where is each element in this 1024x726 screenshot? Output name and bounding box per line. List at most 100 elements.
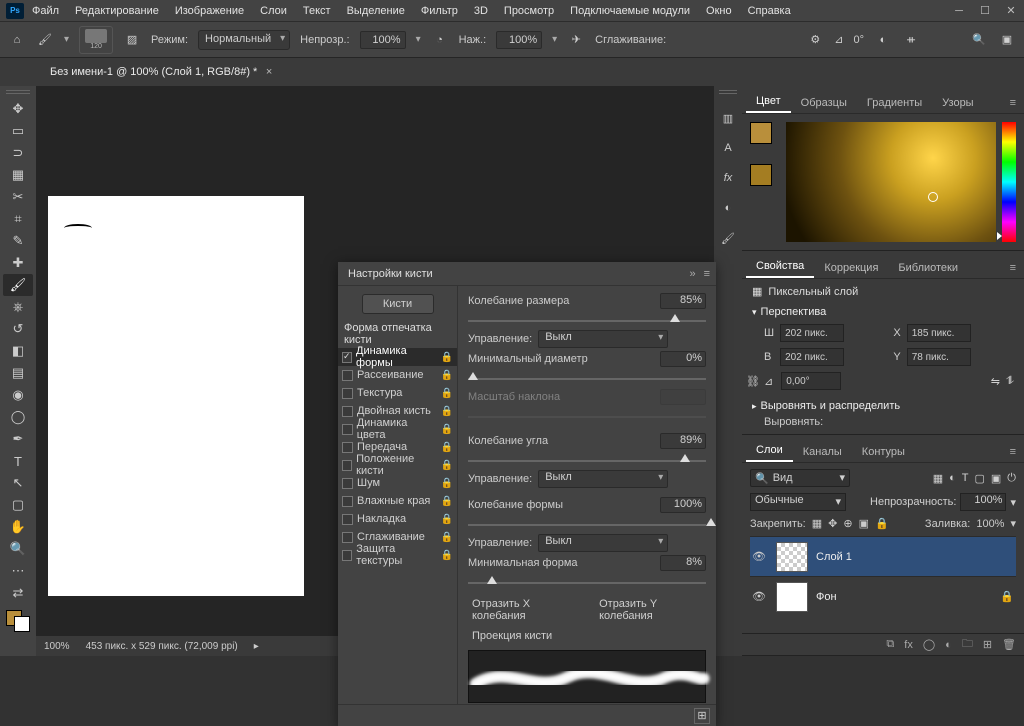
adjustments-panel-icon[interactable]: ◐: [718, 198, 738, 218]
tab-patterns[interactable]: Узоры: [932, 92, 983, 113]
document-tab[interactable]: Без имени-1 @ 100% (Слой 1, RGB/8#) * ×: [40, 62, 277, 86]
x-input[interactable]: [907, 324, 971, 342]
opacity-input[interactable]: 100%: [360, 31, 406, 49]
brushes-panel-icon[interactable]: 🖌: [718, 228, 738, 248]
color-swatches[interactable]: [4, 608, 32, 634]
min-diameter-value[interactable]: 0%: [660, 351, 706, 367]
panel-menu-icon[interactable]: ≡: [704, 268, 710, 280]
layer-name[interactable]: Слой 1: [816, 551, 852, 563]
move-tool[interactable]: ✥: [3, 98, 33, 120]
new-layer-icon[interactable]: ⊞: [983, 638, 992, 651]
tab-libraries[interactable]: Библиотеки: [888, 257, 968, 278]
eraser-tool[interactable]: ◧: [3, 340, 33, 362]
filter-smart-icon[interactable]: ▣: [991, 472, 1001, 485]
lasso-tool[interactable]: ⊃: [3, 142, 33, 164]
zoom-tool[interactable]: 🔍: [3, 538, 33, 560]
lock-image-icon[interactable]: ⊕: [843, 517, 852, 530]
history-brush-tool[interactable]: ↺: [3, 318, 33, 340]
checkbox[interactable]: [342, 478, 353, 489]
status-zoom[interactable]: 100%: [44, 641, 70, 652]
fill-input[interactable]: 100%: [976, 518, 1004, 530]
fill-adjust-icon[interactable]: ◐: [945, 639, 952, 651]
shape-tool[interactable]: ▢: [3, 494, 33, 516]
size-jitter-slider[interactable]: [468, 314, 706, 328]
dock-gripper[interactable]: [719, 90, 737, 98]
pressure-opacity-icon[interactable]: ◔: [431, 31, 449, 49]
menu-3d[interactable]: 3D: [466, 2, 496, 20]
link-wh-icon[interactable]: ⛓: [746, 375, 760, 388]
layer-row[interactable]: 👁 Слой 1: [750, 536, 1016, 576]
checkbox[interactable]: [342, 532, 353, 543]
checkbox[interactable]: [342, 352, 352, 363]
window-close-icon[interactable]: ✕: [1004, 4, 1018, 18]
filter-adjust-icon[interactable]: ◐: [949, 472, 956, 485]
heal-tool[interactable]: ✚: [3, 252, 33, 274]
checkbox[interactable]: [342, 496, 353, 507]
y-input[interactable]: [907, 348, 971, 366]
lock-icon[interactable]: 🔒: [441, 514, 453, 525]
tab-paths[interactable]: Контуры: [852, 441, 915, 462]
angle-value[interactable]: 0°: [853, 34, 864, 46]
transform-section[interactable]: Перспектива: [752, 306, 1014, 318]
brush-option-8[interactable]: Влажные края🔒: [338, 492, 457, 510]
flip-x-checkbox[interactable]: Отразить X колебания: [468, 598, 579, 622]
control-select-3[interactable]: Выкл: [538, 534, 668, 552]
brush-tool-dropdown[interactable]: ▾: [64, 34, 69, 45]
airbrush-icon[interactable]: ✈: [567, 31, 585, 49]
lock-icon[interactable]: 🔒: [441, 496, 453, 507]
angle-jitter-value[interactable]: 89%: [660, 433, 706, 449]
flip-y-checkbox[interactable]: Отразить Y колебания: [595, 598, 706, 622]
edit-toolbar[interactable]: ⇄: [3, 582, 33, 604]
layers-panel-menu-icon[interactable]: ≡: [1006, 442, 1020, 462]
color-cursor[interactable]: [928, 192, 938, 202]
menu-file[interactable]: Файл: [24, 2, 67, 20]
color-panel-menu-icon[interactable]: ≡: [1006, 93, 1020, 113]
checkbox[interactable]: [342, 514, 353, 525]
align-section[interactable]: Выровнять и распределить: [752, 400, 1014, 412]
window-maximize-icon[interactable]: ☐: [978, 4, 992, 18]
angle-input[interactable]: [781, 372, 841, 390]
brush-panel-header[interactable]: Настройки кисти » ≡: [338, 262, 716, 286]
lock-icon[interactable]: 🔒: [441, 532, 453, 543]
opacity-dropdown[interactable]: ▾: [416, 34, 421, 45]
brush-settings-icon[interactable]: ▨: [123, 31, 141, 49]
opacity-dd[interactable]: ▾: [1010, 496, 1016, 509]
menu-plugins[interactable]: Подключаемые модули: [562, 2, 698, 20]
brush-tool[interactable]: 🖌: [3, 274, 33, 296]
character-panel-icon[interactable]: A: [718, 138, 738, 158]
brushes-button[interactable]: Кисти: [362, 294, 434, 314]
lock-icon[interactable]: 🔒: [441, 370, 453, 381]
flow-dropdown[interactable]: ▾: [552, 34, 557, 45]
layer-thumbnail[interactable]: [776, 582, 808, 612]
filter-shape-icon[interactable]: ▢: [974, 472, 984, 485]
menu-help[interactable]: Справка: [740, 2, 799, 20]
menu-image[interactable]: Изображение: [167, 2, 252, 20]
brush-tip-shape[interactable]: Форма отпечатка кисти: [338, 320, 457, 348]
round-jitter-value[interactable]: 100%: [660, 497, 706, 513]
link-layers-icon[interactable]: ⧉: [886, 638, 894, 651]
new-preset-icon[interactable]: ⊞: [694, 708, 710, 724]
min-round-value[interactable]: 8%: [660, 555, 706, 571]
properties-panel-menu-icon[interactable]: ≡: [1006, 258, 1020, 278]
layer-filter-select[interactable]: 🔍 Вид: [750, 469, 850, 487]
tab-adjustments[interactable]: Коррекция: [814, 257, 888, 278]
checkbox[interactable]: [342, 460, 352, 471]
path-select-tool[interactable]: ↖: [3, 472, 33, 494]
tab-color[interactable]: Цвет: [746, 90, 791, 113]
menu-select[interactable]: Выделение: [339, 2, 413, 20]
color-fg-swatch[interactable]: [750, 122, 772, 144]
window-minimize-icon[interactable]: ─: [952, 4, 966, 18]
flip-horizontal-icon[interactable]: ⇋: [991, 375, 1000, 388]
canvas-area[interactable]: 100% 453 пикс. x 529 пикс. (72,009 ppi) …: [36, 86, 714, 656]
menu-filter[interactable]: Фильтр: [413, 2, 466, 20]
gear-icon[interactable]: ⚙: [806, 31, 824, 49]
close-tab-icon[interactable]: ×: [266, 66, 272, 78]
crop-tool[interactable]: ✂: [3, 186, 33, 208]
menu-view[interactable]: Просмотр: [496, 2, 562, 20]
layer-thumbnail[interactable]: [776, 542, 808, 572]
lock-icon[interactable]: 🔒: [441, 406, 453, 417]
selection-tool[interactable]: ▦: [3, 164, 33, 186]
color-bg-swatch[interactable]: [750, 164, 772, 186]
color-picker[interactable]: [786, 122, 996, 242]
collapse-icon[interactable]: »: [689, 268, 695, 280]
